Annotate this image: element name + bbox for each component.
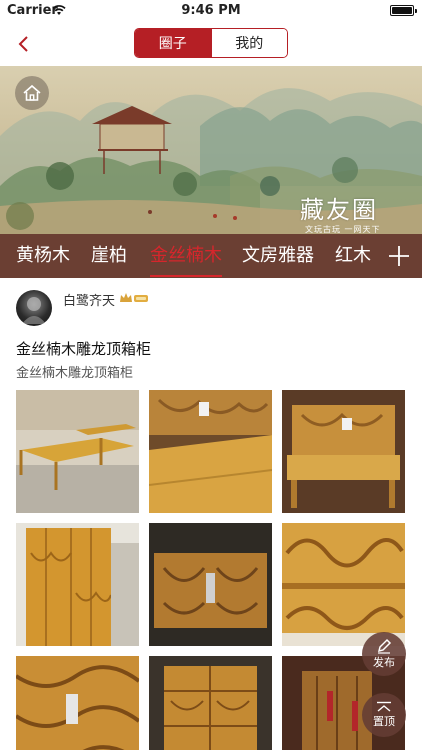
brand-tagline: 文玩古玩 一网天下 bbox=[305, 225, 381, 234]
segmented-control: 圈子 我的 bbox=[134, 28, 288, 58]
battery-icon bbox=[390, 5, 417, 16]
photo-1[interactable] bbox=[16, 390, 139, 513]
photo-6[interactable] bbox=[282, 523, 405, 646]
scroll-top-button[interactable]: 置顶 bbox=[362, 693, 406, 737]
photo-carved-bed-image bbox=[149, 390, 272, 513]
tab-circle[interactable]: 圈子 bbox=[135, 29, 211, 57]
publish-button[interactable]: 发布 bbox=[362, 632, 406, 676]
chevron-left-icon bbox=[18, 36, 28, 52]
category-active-indicator bbox=[150, 275, 222, 277]
post-subtitle: 金丝楠木雕龙顶箱柜 bbox=[16, 366, 134, 381]
status-bar: Carrier 9:46 PM bbox=[0, 0, 422, 22]
avatar-image bbox=[22, 297, 46, 324]
photo-tables-image bbox=[16, 390, 139, 513]
photo-doors-image bbox=[149, 523, 272, 646]
publish-label: 发布 bbox=[373, 656, 395, 669]
category-bar: 黄杨木 崖柏 金丝楠木 文房雅器 红木 bbox=[0, 234, 422, 278]
category-scroller[interactable]: 黄杨木 崖柏 金丝楠木 文房雅器 红木 bbox=[0, 234, 376, 278]
photo-3[interactable] bbox=[282, 390, 405, 513]
category-rosewood[interactable]: 红木 bbox=[335, 234, 371, 278]
add-category-button[interactable] bbox=[376, 234, 422, 278]
arrow-up-icon bbox=[377, 701, 391, 712]
photo-dragon-carving-image bbox=[282, 523, 405, 646]
back-button[interactable] bbox=[10, 30, 40, 58]
photo-7[interactable] bbox=[16, 656, 139, 750]
post-title[interactable]: 金丝楠木雕龙顶箱柜 bbox=[16, 338, 151, 359]
vip-crown-icon bbox=[120, 293, 148, 302]
photo-cabinet-image bbox=[149, 656, 272, 750]
photo-throne-image bbox=[282, 390, 405, 513]
scroll-top-label: 置顶 bbox=[373, 715, 395, 728]
home-button[interactable] bbox=[15, 76, 49, 110]
photo-5[interactable] bbox=[149, 523, 272, 646]
category-cypress[interactable]: 崖柏 bbox=[91, 234, 127, 278]
pencil-icon bbox=[377, 638, 392, 654]
username[interactable]: 白鹭齐天 bbox=[63, 290, 115, 309]
avatar[interactable] bbox=[16, 290, 52, 326]
photo-4[interactable] bbox=[16, 523, 139, 646]
category-study-objects[interactable]: 文房雅器 bbox=[242, 234, 314, 278]
home-icon bbox=[23, 84, 41, 101]
plus-icon bbox=[389, 246, 409, 266]
photo-2[interactable] bbox=[149, 390, 272, 513]
photo-carved-panel-image bbox=[16, 656, 139, 750]
photo-wardrobe-image bbox=[16, 523, 139, 646]
nav-bar: 圈子 我的 bbox=[0, 22, 422, 66]
photo-8[interactable] bbox=[149, 656, 272, 750]
category-golden-nanmu[interactable]: 金丝楠木 bbox=[150, 234, 222, 278]
banner[interactable]: 藏友圈 文玩古玩 一网天下 bbox=[0, 66, 422, 234]
tab-mine[interactable]: 我的 bbox=[210, 29, 287, 57]
clock: 9:46 PM bbox=[181, 3, 241, 18]
category-boxwood[interactable]: 黄杨木 bbox=[16, 234, 70, 278]
brand-title: 藏友圈 bbox=[300, 196, 378, 224]
